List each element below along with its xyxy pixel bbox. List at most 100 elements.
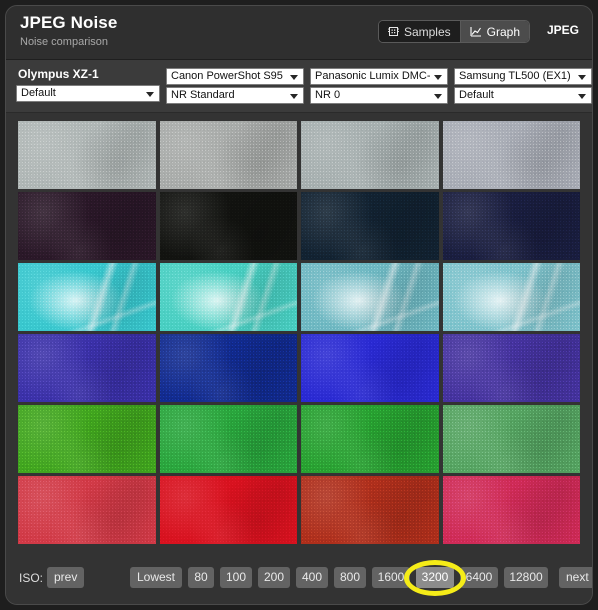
camera-select-4-value: Samsung TL500 (EX1)	[459, 70, 571, 82]
iso-button-lowest[interactable]: Lowest	[130, 567, 182, 588]
format-label: JPEG	[546, 23, 579, 37]
camera-select-3[interactable]: Panasonic Lumix DMC-L	[310, 68, 448, 85]
sample-cell[interactable]	[301, 121, 439, 189]
camera-select-4[interactable]: Samsung TL500 (EX1)	[454, 68, 592, 85]
sample-cell[interactable]	[442, 192, 580, 260]
camera-controls-bar: Olympus XZ-1 Default Canon PowerShot S95…	[6, 60, 592, 113]
sample-noise-layer	[301, 192, 439, 260]
iso-button-3200[interactable]: 3200	[416, 567, 454, 588]
sample-noise-layer	[18, 405, 156, 473]
sample-cell[interactable]	[301, 476, 439, 544]
chevron-down-icon	[434, 75, 442, 80]
iso-button-800[interactable]: 800	[334, 567, 366, 588]
header-bar: JPEG Noise Noise comparison Samples Grap…	[6, 6, 592, 60]
iso-button-80[interactable]: 80	[188, 567, 214, 588]
sample-cell[interactable]	[301, 263, 439, 331]
sample-cell[interactable]	[442, 476, 580, 544]
chevron-down-icon	[290, 94, 298, 99]
sample-cell[interactable]	[301, 405, 439, 473]
sample-cell[interactable]	[159, 121, 297, 189]
setting-select-2[interactable]: NR Standard	[166, 87, 304, 104]
camera-select-2-value: Canon PowerShot S95	[171, 70, 283, 82]
sample-cell[interactable]	[442, 405, 580, 473]
chevron-down-icon	[578, 94, 586, 99]
title-block: JPEG Noise Noise comparison	[20, 13, 117, 49]
camera-name-1: Olympus XZ-1	[18, 67, 99, 81]
sample-cell[interactable]	[159, 476, 297, 544]
sample-noise-layer	[301, 263, 439, 331]
sample-noise-layer	[301, 121, 439, 189]
camera-select-3-value: Panasonic Lumix DMC-L	[315, 70, 430, 82]
camera-select-2[interactable]: Canon PowerShot S95	[166, 68, 304, 85]
iso-bar: ISO: prev Lowest 80 100 200 400 800 1600 3200 64…	[6, 555, 592, 604]
setting-select-4[interactable]: Default	[454, 87, 592, 104]
camera-column-4: Samsung TL500 (EX1) Default	[454, 66, 592, 104]
sample-cell[interactable]	[159, 263, 297, 331]
sample-noise-layer	[159, 476, 297, 544]
setting-select-1[interactable]: Default	[16, 85, 160, 102]
chevron-down-icon	[434, 94, 442, 99]
iso-button-6400[interactable]: 6400	[460, 567, 498, 588]
camera-column-2: Canon PowerShot S95 NR Standard	[166, 66, 304, 104]
iso-button-100[interactable]: 100	[220, 567, 252, 588]
tab-graph-label: Graph	[486, 24, 520, 39]
sample-cell[interactable]	[18, 121, 156, 189]
tab-graph[interactable]: Graph	[459, 21, 529, 42]
tab-samples[interactable]: Samples	[378, 21, 460, 42]
sample-noise-layer	[18, 192, 156, 260]
page-subtitle: Noise comparison	[20, 36, 109, 48]
tab-samples-label: Samples	[403, 24, 451, 39]
chip-icon	[387, 26, 399, 37]
sample-cell[interactable]	[301, 334, 439, 402]
sample-noise-layer	[442, 476, 580, 544]
setting-select-4-value: Default	[459, 89, 494, 101]
sample-noise-layer	[18, 263, 156, 331]
iso-button-12800[interactable]: 12800	[504, 567, 548, 588]
sample-cell[interactable]	[159, 405, 297, 473]
chevron-down-icon	[290, 75, 298, 80]
sample-cell[interactable]	[18, 334, 156, 402]
sample-noise-layer	[301, 405, 439, 473]
iso-label: ISO:	[19, 571, 44, 585]
setting-select-2-value: NR Standard	[171, 89, 235, 101]
sample-grid-wrapper	[18, 121, 580, 545]
iso-button-400[interactable]: 400	[296, 567, 328, 588]
sample-cell[interactable]	[442, 334, 580, 402]
iso-button-1600[interactable]: 1600	[372, 567, 410, 588]
chevron-down-icon	[578, 75, 586, 80]
sample-noise-layer	[442, 263, 580, 331]
view-toggle-group[interactable]: Samples Graph	[377, 20, 530, 43]
setting-select-3[interactable]: NR 0	[310, 87, 448, 104]
sample-cell[interactable]	[159, 334, 297, 402]
sample-cell[interactable]	[442, 121, 580, 189]
sample-cell[interactable]	[18, 476, 156, 544]
setting-select-1-value: Default	[21, 87, 56, 99]
sample-noise-layer	[18, 476, 156, 544]
sample-grid	[18, 121, 580, 544]
sample-cell[interactable]	[18, 192, 156, 260]
chevron-down-icon	[146, 92, 154, 97]
line-chart-icon	[470, 26, 482, 37]
sample-noise-layer	[442, 405, 580, 473]
sample-noise-layer	[18, 121, 156, 189]
sample-noise-layer	[442, 121, 580, 189]
sample-noise-layer	[159, 121, 297, 189]
prev-button[interactable]: prev	[47, 567, 85, 588]
sample-noise-layer	[301, 476, 439, 544]
page-title: JPEG Noise	[20, 13, 118, 32]
app-window: JPEG Noise Noise comparison Samples Grap…	[5, 5, 593, 605]
sample-cell[interactable]	[301, 192, 439, 260]
iso-button-200[interactable]: 200	[258, 567, 290, 588]
sample-cell[interactable]	[18, 263, 156, 331]
sample-cell[interactable]	[442, 263, 580, 331]
next-button[interactable]: next	[559, 567, 592, 588]
sample-noise-layer	[159, 192, 297, 260]
sample-noise-layer	[442, 192, 580, 260]
sample-noise-layer	[442, 334, 580, 402]
camera-column-3: Panasonic Lumix DMC-L NR 0	[310, 66, 448, 104]
setting-select-3-value: NR 0	[315, 89, 341, 101]
sample-noise-layer	[159, 405, 297, 473]
sample-cell[interactable]	[18, 405, 156, 473]
sample-cell[interactable]	[159, 192, 297, 260]
sample-noise-layer	[159, 263, 297, 331]
